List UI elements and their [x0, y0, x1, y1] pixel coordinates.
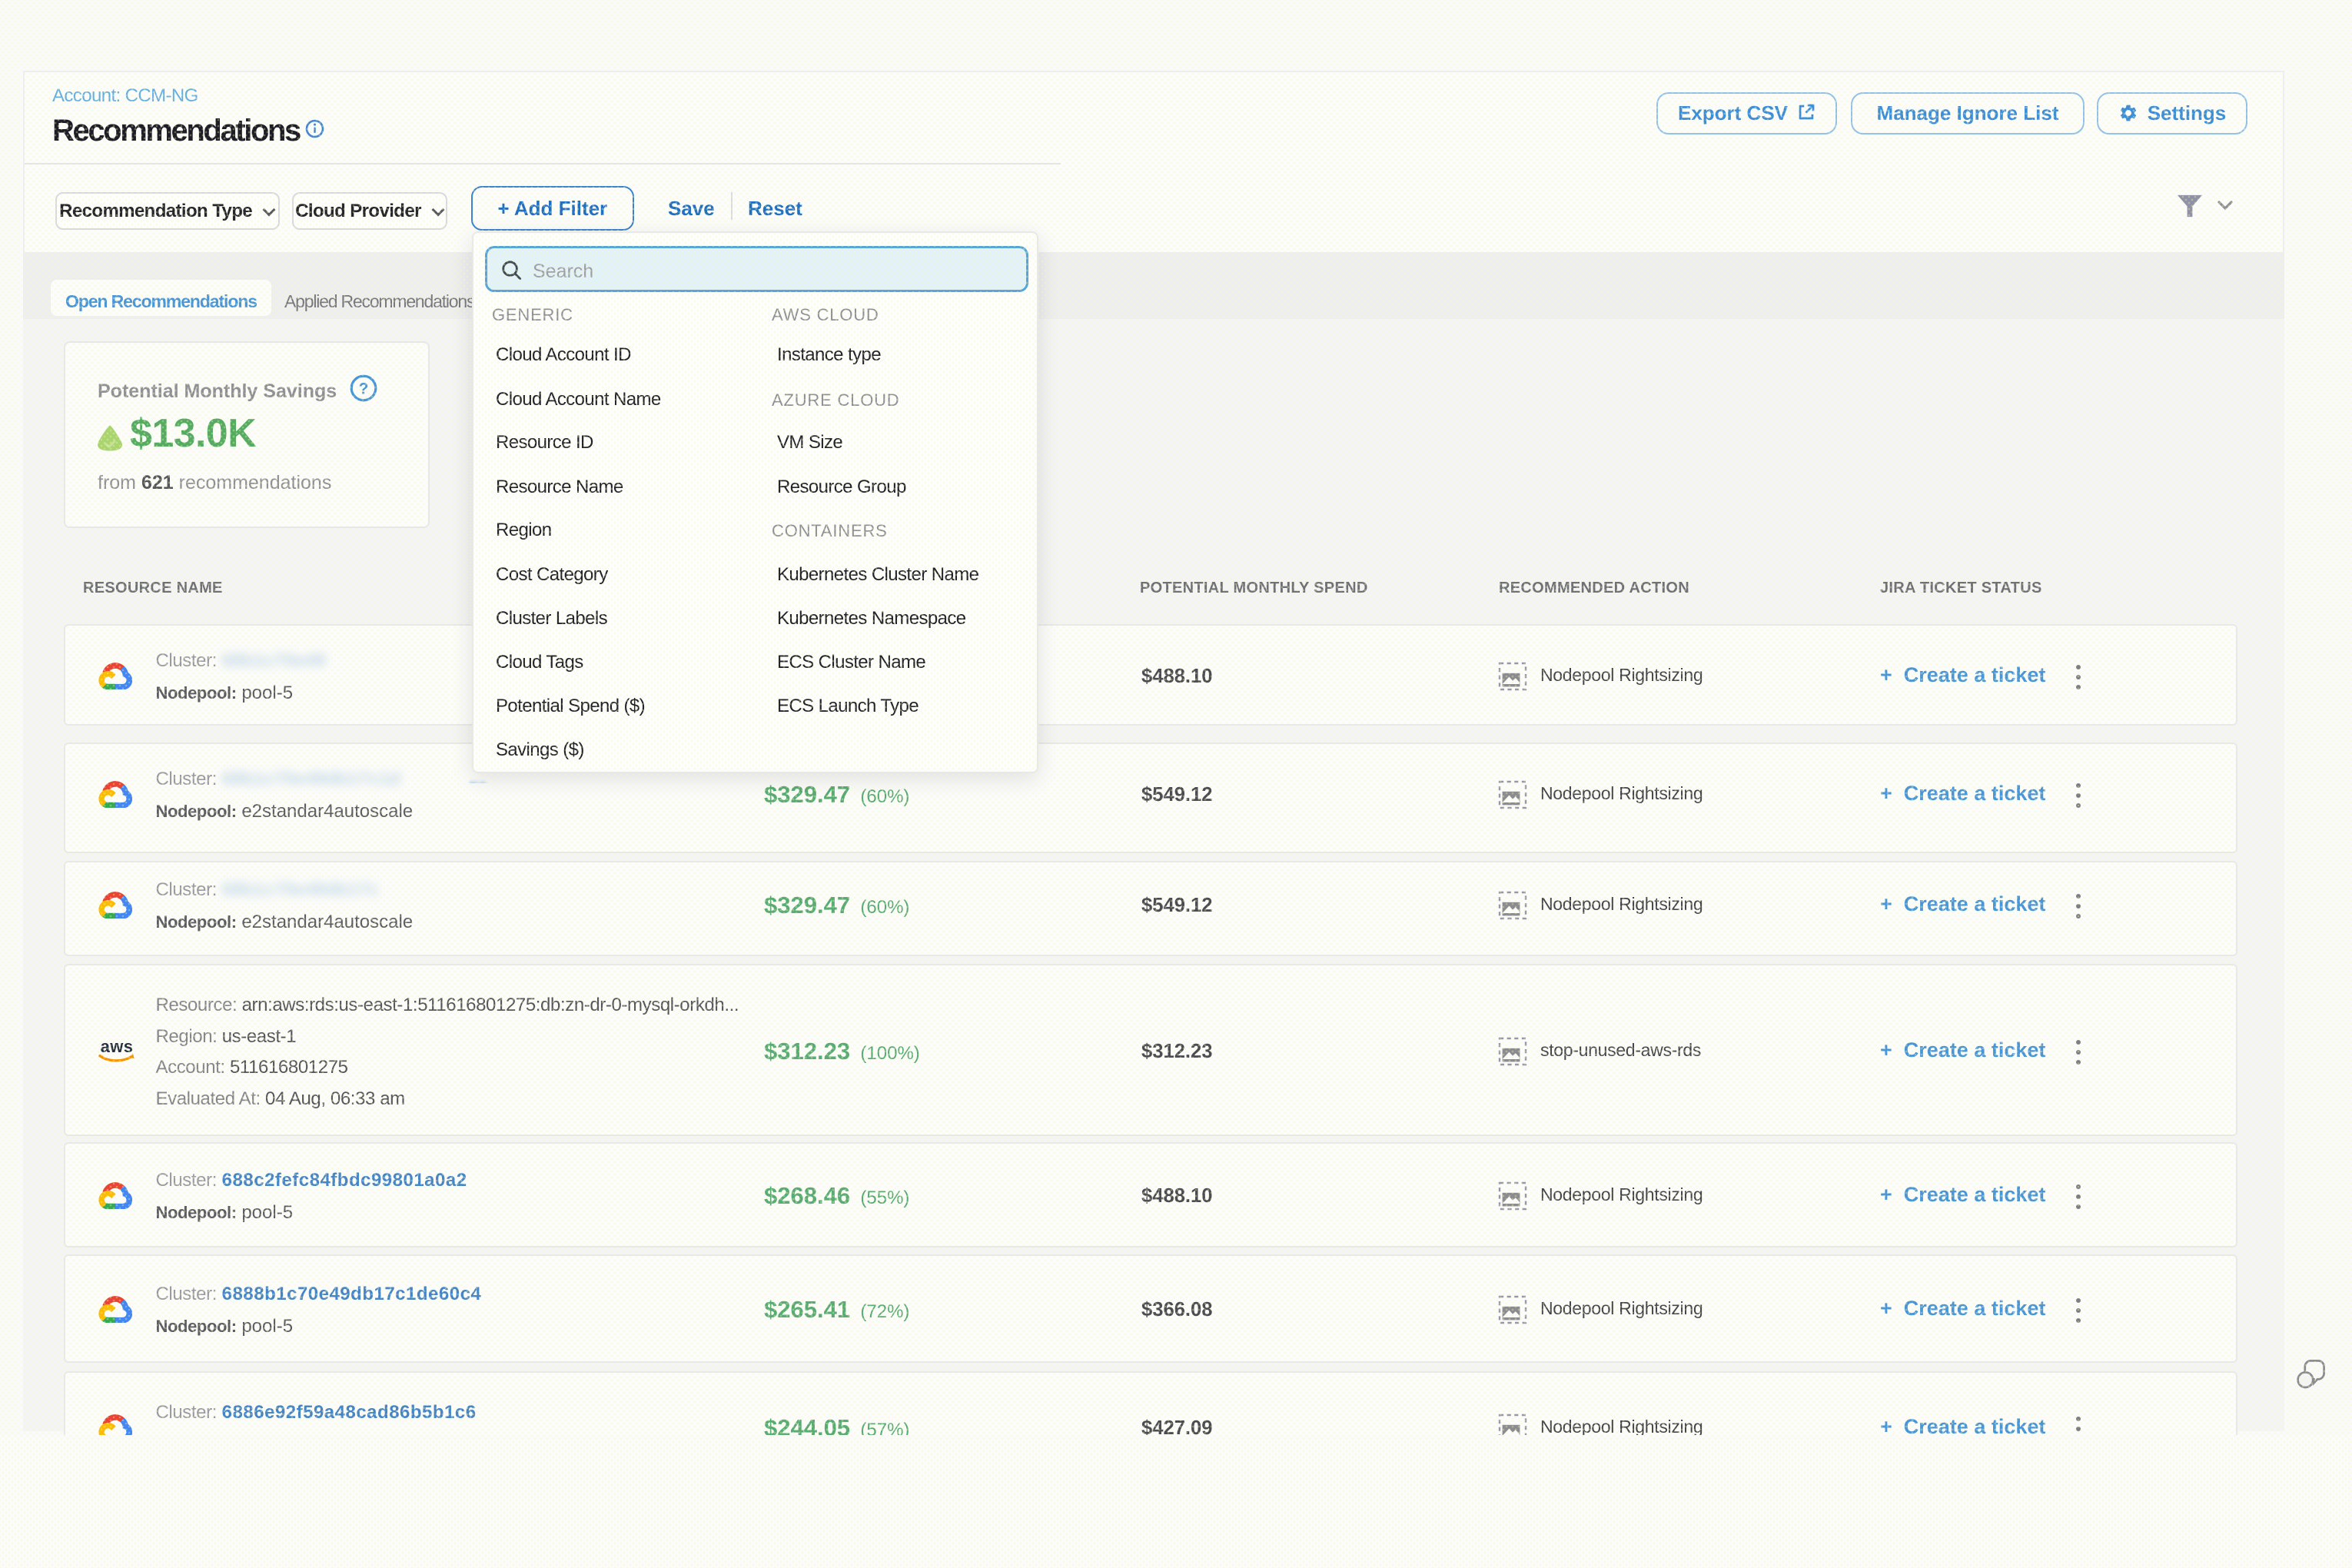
svg-text:?: ?	[359, 380, 369, 398]
